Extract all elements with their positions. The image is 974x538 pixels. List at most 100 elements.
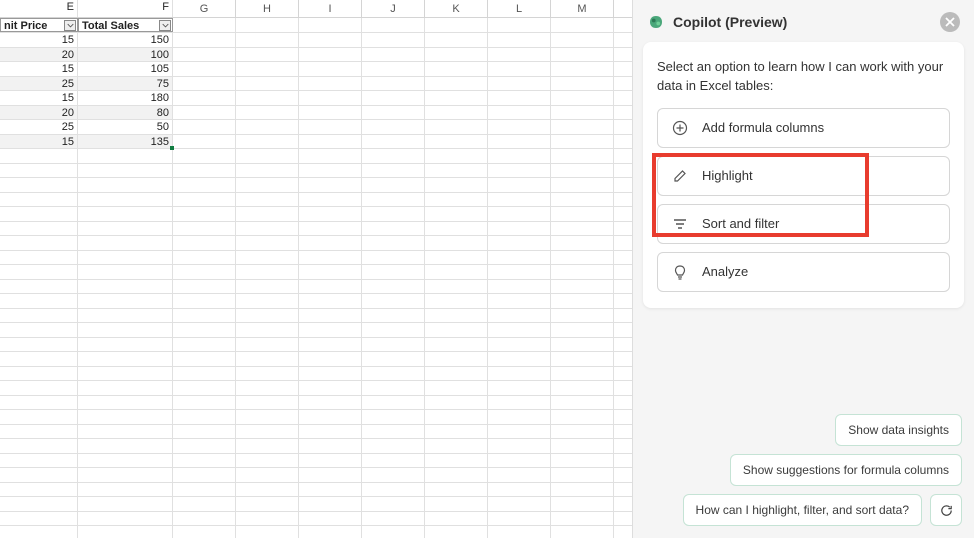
cell[interactable] <box>551 352 614 366</box>
cell[interactable] <box>425 48 488 62</box>
cell[interactable] <box>488 120 551 134</box>
cell[interactable]: 25 <box>0 77 78 91</box>
cell[interactable] <box>362 439 425 453</box>
cell[interactable] <box>173 33 236 47</box>
cell[interactable] <box>551 135 614 149</box>
cell[interactable] <box>236 33 299 47</box>
cell[interactable] <box>425 33 488 47</box>
cell[interactable] <box>78 265 173 279</box>
cell[interactable] <box>0 497 78 511</box>
cell[interactable] <box>299 526 362 538</box>
cell[interactable] <box>362 222 425 236</box>
cell[interactable] <box>299 468 362 482</box>
cell[interactable] <box>236 265 299 279</box>
refresh-button[interactable] <box>930 494 962 526</box>
cell[interactable] <box>551 222 614 236</box>
cell[interactable]: 50 <box>78 120 173 134</box>
cell[interactable] <box>362 425 425 439</box>
cell[interactable] <box>173 396 236 410</box>
cell[interactable] <box>299 483 362 497</box>
cell[interactable] <box>173 526 236 538</box>
cell[interactable] <box>299 352 362 366</box>
cell[interactable] <box>362 251 425 265</box>
cell[interactable] <box>425 120 488 134</box>
cell[interactable] <box>425 135 488 149</box>
cell[interactable] <box>236 338 299 352</box>
cell[interactable]: 15 <box>0 91 78 105</box>
cell[interactable] <box>173 18 236 32</box>
cell[interactable] <box>0 512 78 526</box>
cell[interactable] <box>173 106 236 120</box>
cell[interactable] <box>488 425 551 439</box>
cell[interactable] <box>425 338 488 352</box>
cell[interactable] <box>362 396 425 410</box>
cell[interactable] <box>236 367 299 381</box>
show-insights-button[interactable]: Show data insights <box>835 414 962 446</box>
cell[interactable] <box>425 309 488 323</box>
cell[interactable] <box>78 367 173 381</box>
cell[interactable] <box>551 149 614 163</box>
cell[interactable] <box>173 367 236 381</box>
cell[interactable] <box>173 135 236 149</box>
cell[interactable] <box>173 381 236 395</box>
cell[interactable] <box>425 396 488 410</box>
cell[interactable] <box>362 207 425 221</box>
cell[interactable] <box>299 381 362 395</box>
cell[interactable] <box>551 106 614 120</box>
cell[interactable] <box>173 454 236 468</box>
cell[interactable] <box>173 483 236 497</box>
cell[interactable] <box>299 77 362 91</box>
cell[interactable] <box>0 309 78 323</box>
cell[interactable] <box>236 77 299 91</box>
cell[interactable] <box>173 120 236 134</box>
cell[interactable] <box>173 410 236 424</box>
cell[interactable] <box>425 164 488 178</box>
cell[interactable] <box>551 62 614 76</box>
cell[interactable] <box>551 483 614 497</box>
cell[interactable] <box>78 193 173 207</box>
highlight-button[interactable]: Highlight <box>657 156 950 196</box>
cell[interactable] <box>78 439 173 453</box>
cell[interactable] <box>551 48 614 62</box>
cell[interactable] <box>488 352 551 366</box>
cell[interactable] <box>236 352 299 366</box>
cell[interactable] <box>78 236 173 250</box>
cell[interactable]: 25 <box>0 120 78 134</box>
cell[interactable] <box>236 425 299 439</box>
cell[interactable] <box>362 33 425 47</box>
cell[interactable] <box>551 338 614 352</box>
cell[interactable] <box>425 381 488 395</box>
cell[interactable] <box>0 294 78 308</box>
cell[interactable]: 15 <box>0 62 78 76</box>
cell[interactable] <box>299 396 362 410</box>
cell[interactable] <box>299 164 362 178</box>
cell[interactable] <box>488 164 551 178</box>
cell[interactable] <box>362 294 425 308</box>
cell[interactable] <box>0 367 78 381</box>
cell[interactable] <box>551 236 614 250</box>
cell[interactable] <box>551 178 614 192</box>
cell[interactable] <box>551 294 614 308</box>
cell[interactable] <box>236 323 299 337</box>
col-header-g[interactable]: G <box>173 0 236 17</box>
cell[interactable] <box>0 280 78 294</box>
cell[interactable] <box>299 410 362 424</box>
col-header-l[interactable]: L <box>488 0 551 17</box>
cell[interactable] <box>488 236 551 250</box>
cell[interactable] <box>78 280 173 294</box>
cell[interactable] <box>425 149 488 163</box>
cell[interactable] <box>551 439 614 453</box>
cell[interactable] <box>488 149 551 163</box>
cell[interactable]: 15 <box>0 33 78 47</box>
cell[interactable] <box>551 120 614 134</box>
col-header-e[interactable]: E <box>0 0 78 17</box>
cell[interactable] <box>236 251 299 265</box>
cell[interactable] <box>173 222 236 236</box>
cell[interactable] <box>488 178 551 192</box>
cell[interactable] <box>488 309 551 323</box>
cell[interactable] <box>362 512 425 526</box>
cell[interactable] <box>299 135 362 149</box>
cell[interactable] <box>173 497 236 511</box>
cell[interactable] <box>173 309 236 323</box>
cell[interactable] <box>362 367 425 381</box>
